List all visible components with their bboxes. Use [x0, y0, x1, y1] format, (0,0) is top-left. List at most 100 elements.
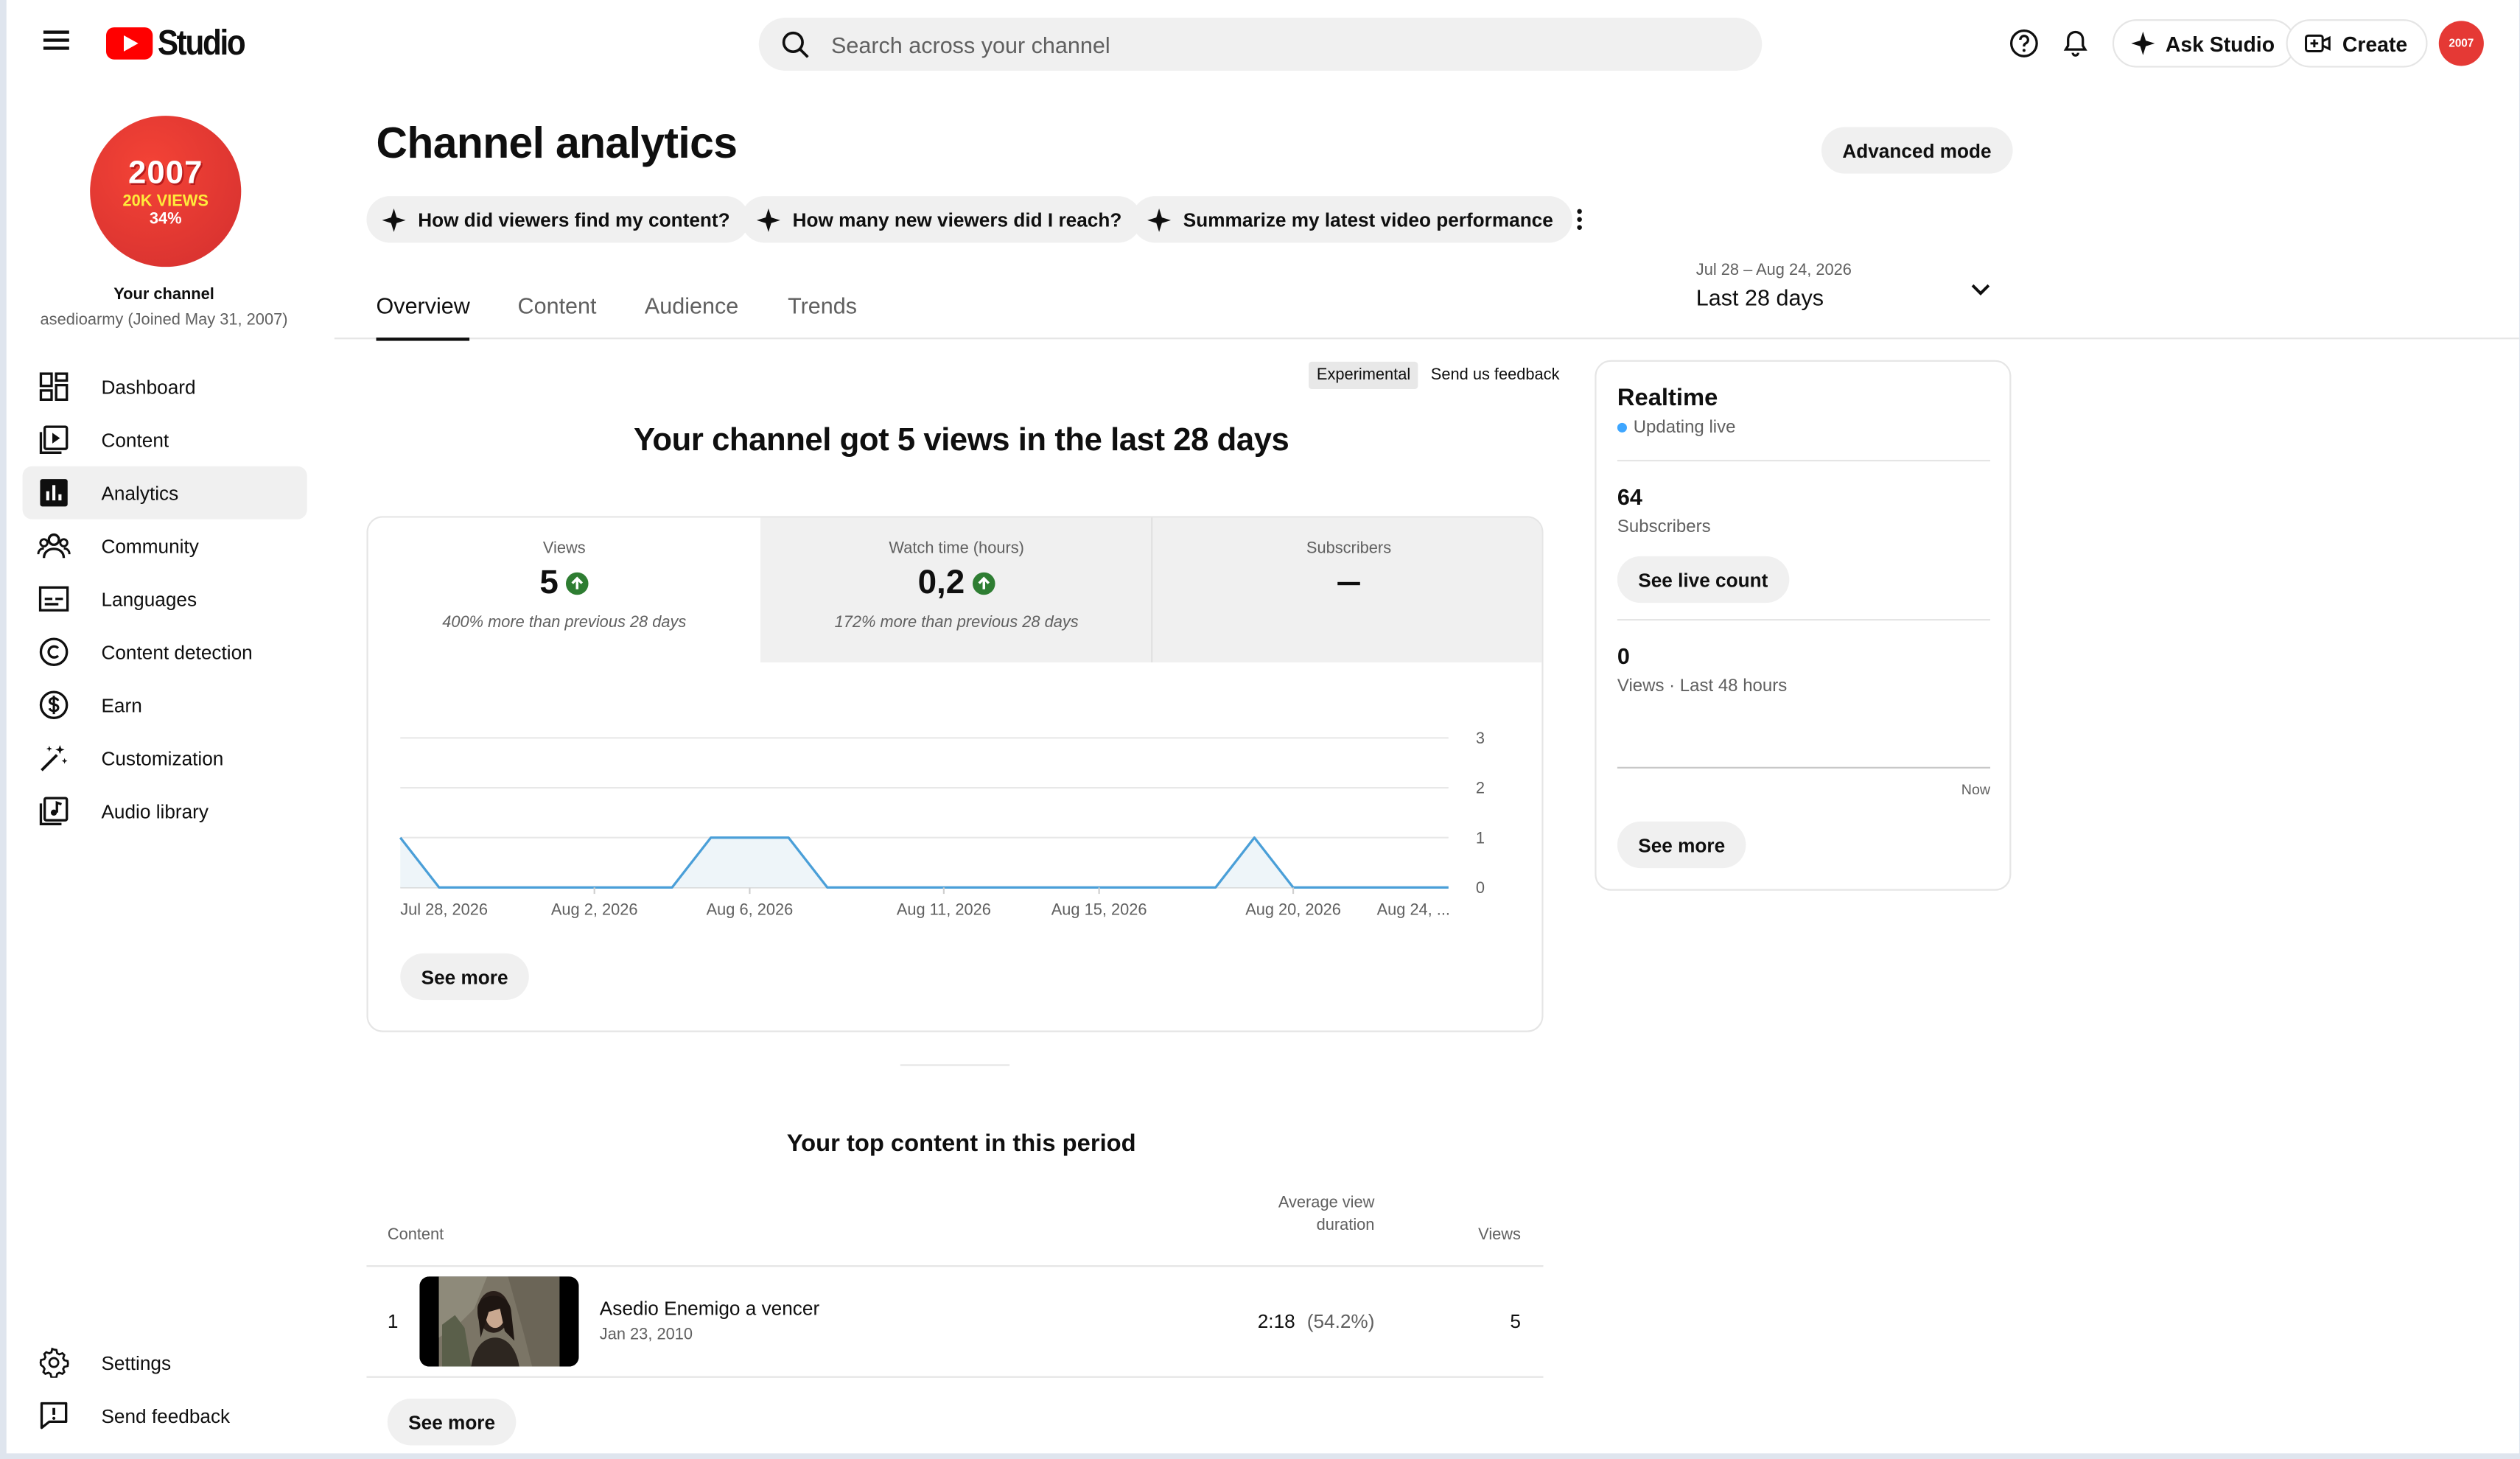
see-live-count-button[interactable]: See live count	[1617, 556, 1789, 603]
col-header-views: Views	[1478, 1226, 1521, 1245]
row-rank: 1	[387, 1310, 399, 1333]
date-range-selector[interactable]: Jul 28 – Aug 24, 2026 Last 28 days	[1696, 262, 2002, 321]
video-thumbnail[interactable]	[419, 1276, 579, 1367]
sidebar-item-audio-library[interactable]: Audio library	[23, 785, 307, 838]
sidebar-item-settings[interactable]: Settings	[23, 1336, 307, 1389]
create-button[interactable]: Create	[2286, 19, 2429, 68]
metric-label: Views	[542, 540, 586, 559]
chip-label: Summarize my latest video performance	[1183, 208, 1553, 231]
metric-empty-dash	[1337, 581, 1360, 586]
more-options-icon[interactable]	[1566, 203, 1592, 235]
suggestion-chip-new-viewers[interactable]: How many new viewers did I reach?	[741, 196, 1141, 243]
realtime-now-label: Now	[1961, 781, 1991, 798]
magic-wand-icon	[35, 741, 71, 776]
help-icon[interactable]	[2006, 26, 2042, 61]
metric-value: 0,2	[917, 564, 965, 601]
notifications-bell-icon[interactable]	[2058, 26, 2093, 61]
metric-watch-time[interactable]: Watch time (hours) 0,2 172% more than pr…	[760, 517, 1153, 662]
sidebar-item-languages[interactable]: Languages	[23, 573, 307, 626]
realtime-divider	[1617, 459, 1991, 462]
sidebar-item-dashboard[interactable]: Dashboard	[23, 360, 307, 413]
tab-trends[interactable]: Trends	[788, 293, 857, 337]
x-tick-label: Aug 2, 2026	[551, 900, 638, 918]
channel-avatar[interactable]: 2007 20K VIEWS 34%	[90, 116, 242, 267]
top-content-see-more-button[interactable]: See more	[387, 1399, 517, 1446]
sparkle-icon	[756, 207, 780, 231]
sidebar-item-label: Send feedback	[101, 1404, 231, 1427]
realtime-status: Updating live	[1617, 418, 1736, 438]
views-line	[399, 836, 1449, 889]
create-video-icon	[2305, 34, 2331, 52]
send-feedback-link[interactable]: Send us feedback	[1431, 366, 1560, 384]
date-range-text: Jul 28 – Aug 24, 2026	[1695, 262, 1852, 280]
sidebar-item-label: Customization	[101, 746, 224, 769]
ask-studio-label: Ask Studio	[2165, 31, 2275, 56]
realtime-chart-baseline	[1617, 766, 1991, 769]
metric-views[interactable]: Views 5 400% more than previous 28 days	[368, 518, 760, 662]
sidebar-item-label: Languages	[101, 587, 197, 610]
studio-app: Studio Ask Studio Create 2007 2007 20K V…	[6, 0, 2519, 1454]
arrow-up-icon	[973, 572, 995, 595]
x-tick-label: Aug 15, 2026	[1051, 900, 1147, 918]
sidebar-item-earn[interactable]: Earn	[23, 679, 307, 732]
realtime-status-text: Updating live	[1633, 418, 1736, 438]
col-header-avd-line1: Average view	[1278, 1194, 1375, 1213]
row-avd: 2:18 (54.2%)	[1228, 1310, 1375, 1333]
chip-label: How did viewers find my content?	[418, 208, 730, 231]
avd-value: 2:18	[1257, 1310, 1295, 1333]
x-tick-label: Aug 11, 2026	[897, 900, 991, 918]
ask-studio-button[interactable]: Ask Studio	[2112, 19, 2296, 68]
metric-subscribers[interactable]: Subscribers	[1152, 517, 1542, 662]
feedback-icon	[35, 1398, 71, 1433]
table-divider	[366, 1376, 1544, 1378]
account-avatar[interactable]: 2007	[2438, 21, 2484, 66]
chevron-down-icon	[1971, 284, 1990, 295]
sidebar-item-community[interactable]: Community	[23, 519, 307, 573]
section-divider	[900, 1064, 1010, 1066]
suggestion-chip-summarize[interactable]: Summarize my latest video performance	[1131, 196, 1573, 243]
arrow-up-icon	[566, 572, 589, 595]
video-date: Jan 23, 2010	[599, 1326, 693, 1344]
channel-avatar-year: 2007	[127, 155, 203, 191]
subscribers-label: Subscribers	[1617, 517, 1711, 537]
x-tick-label: Aug 24, ...	[1377, 900, 1450, 918]
sidebar: 2007 20K VIEWS 34% Your channel asedioar…	[7, 87, 335, 1454]
video-title[interactable]: Asedio Enemigo a vencer	[600, 1298, 819, 1320]
sidebar-item-content[interactable]: Content	[23, 413, 307, 466]
sidebar-item-analytics[interactable]: Analytics	[22, 466, 307, 519]
metric-label: Subscribers	[1306, 540, 1392, 559]
channel-handle: asedioarmy (Joined May 31, 2007)	[40, 312, 288, 330]
views-headline: Your channel got 5 views in the last 28 …	[634, 422, 1289, 458]
realtime-views-count: 0	[1617, 643, 1630, 669]
sidebar-item-content-detection[interactable]: Content detection	[23, 626, 307, 679]
search-input[interactable]	[830, 31, 1700, 57]
tab-audience[interactable]: Audience	[645, 293, 738, 337]
views-chart-svg: 0 1 2 3 Jul 28, 2026 Aug 2, 2026 Aug 6, 2026 Au…	[399, 729, 1485, 918]
search-icon	[782, 30, 809, 57]
top-content-title: Your top content in this period	[786, 1130, 1136, 1158]
logo-text: Studio	[157, 22, 246, 63]
menu-icon[interactable]	[38, 26, 74, 61]
copyright-icon	[35, 634, 71, 670]
suggestion-chip-traffic[interactable]: How did viewers find my content?	[366, 196, 749, 243]
tab-content[interactable]: Content	[518, 293, 597, 337]
experimental-badge: Experimental	[1308, 361, 1419, 389]
y-tick-label: 3	[1476, 729, 1485, 747]
advanced-mode-button[interactable]: Advanced mode	[1821, 127, 2012, 174]
chart-see-more-button[interactable]: See more	[400, 953, 529, 1001]
realtime-see-more-button[interactable]: See more	[1617, 821, 1746, 869]
sidebar-item-label: Dashboard	[101, 375, 196, 398]
realtime-divider	[1617, 618, 1991, 621]
metric-value: 5	[539, 564, 559, 601]
realtime-title: Realtime	[1617, 384, 1718, 412]
channel-avatar-views: 20K VIEWS	[122, 192, 209, 210]
realtime-views-label: Views · Last 48 hours	[1617, 676, 1788, 696]
sidebar-item-send-feedback[interactable]: Send feedback	[23, 1389, 307, 1442]
tab-overview[interactable]: Overview	[376, 293, 470, 341]
studio-logo[interactable]: Studio	[105, 22, 256, 65]
youtube-play-icon	[105, 27, 153, 60]
y-tick-label: 2	[1476, 779, 1485, 797]
create-label: Create	[2342, 31, 2408, 56]
sidebar-item-customization[interactable]: Customization	[23, 732, 307, 785]
search-bar[interactable]	[758, 17, 1763, 71]
